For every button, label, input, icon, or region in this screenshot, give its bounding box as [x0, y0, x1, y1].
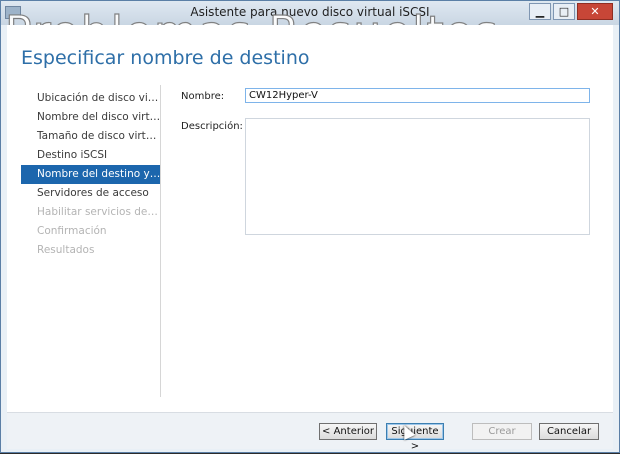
next-button[interactable]: Siguiente >	[386, 423, 444, 452]
close-button[interactable]: ✕	[577, 3, 613, 20]
nav-divider	[160, 85, 161, 397]
window-title: Asistente para nuevo disco virtual iSCSI	[190, 5, 430, 19]
nav-step-item[interactable]: Ubicación de disco virtual...	[21, 89, 161, 108]
cancel-button[interactable]: Cancelar	[539, 423, 599, 440]
name-input[interactable]	[245, 88, 590, 103]
wizard-steps-nav: Ubicación de disco virtual...Nombre del …	[21, 89, 161, 260]
nav-step-item[interactable]: Nombre del disco virtual i...	[21, 108, 161, 127]
description-textarea[interactable]	[245, 118, 590, 235]
nav-step-item[interactable]: Nombre del destino y acc...	[21, 165, 161, 184]
title-bar[interactable]: Asistente para nuevo disco virtual iSCSI…	[1, 1, 619, 25]
nav-step-item[interactable]: Destino iSCSI	[21, 146, 161, 165]
previous-button[interactable]: < Anterior	[319, 423, 377, 440]
nav-step-item[interactable]: Servidores de acceso	[21, 184, 161, 203]
description-label: Descripción:	[181, 121, 243, 132]
name-label: Nombre:	[181, 91, 225, 102]
nav-step-item[interactable]: Tamaño de disco virtual i...	[21, 127, 161, 146]
page-title: Especificar nombre de destino	[21, 47, 310, 69]
minimize-button[interactable]: ▁	[529, 3, 551, 20]
maximize-button[interactable]: □	[553, 3, 575, 20]
window-controls: ▁ □ ✕	[529, 3, 613, 20]
wizard-footer: < Anterior Siguiente > Crear Cancelar	[7, 412, 613, 452]
nav-step-item: Resultados	[37, 244, 95, 256]
wizard-window: Asistente para nuevo disco virtual iSCSI…	[0, 0, 620, 453]
nav-step-item: Habilitar servicios de aute...	[37, 206, 161, 218]
create-button[interactable]: Crear	[472, 423, 532, 440]
nav-step-item: Confirmación	[37, 225, 107, 237]
wizard-content: Especificar nombre de destino Ubicación …	[7, 25, 613, 412]
